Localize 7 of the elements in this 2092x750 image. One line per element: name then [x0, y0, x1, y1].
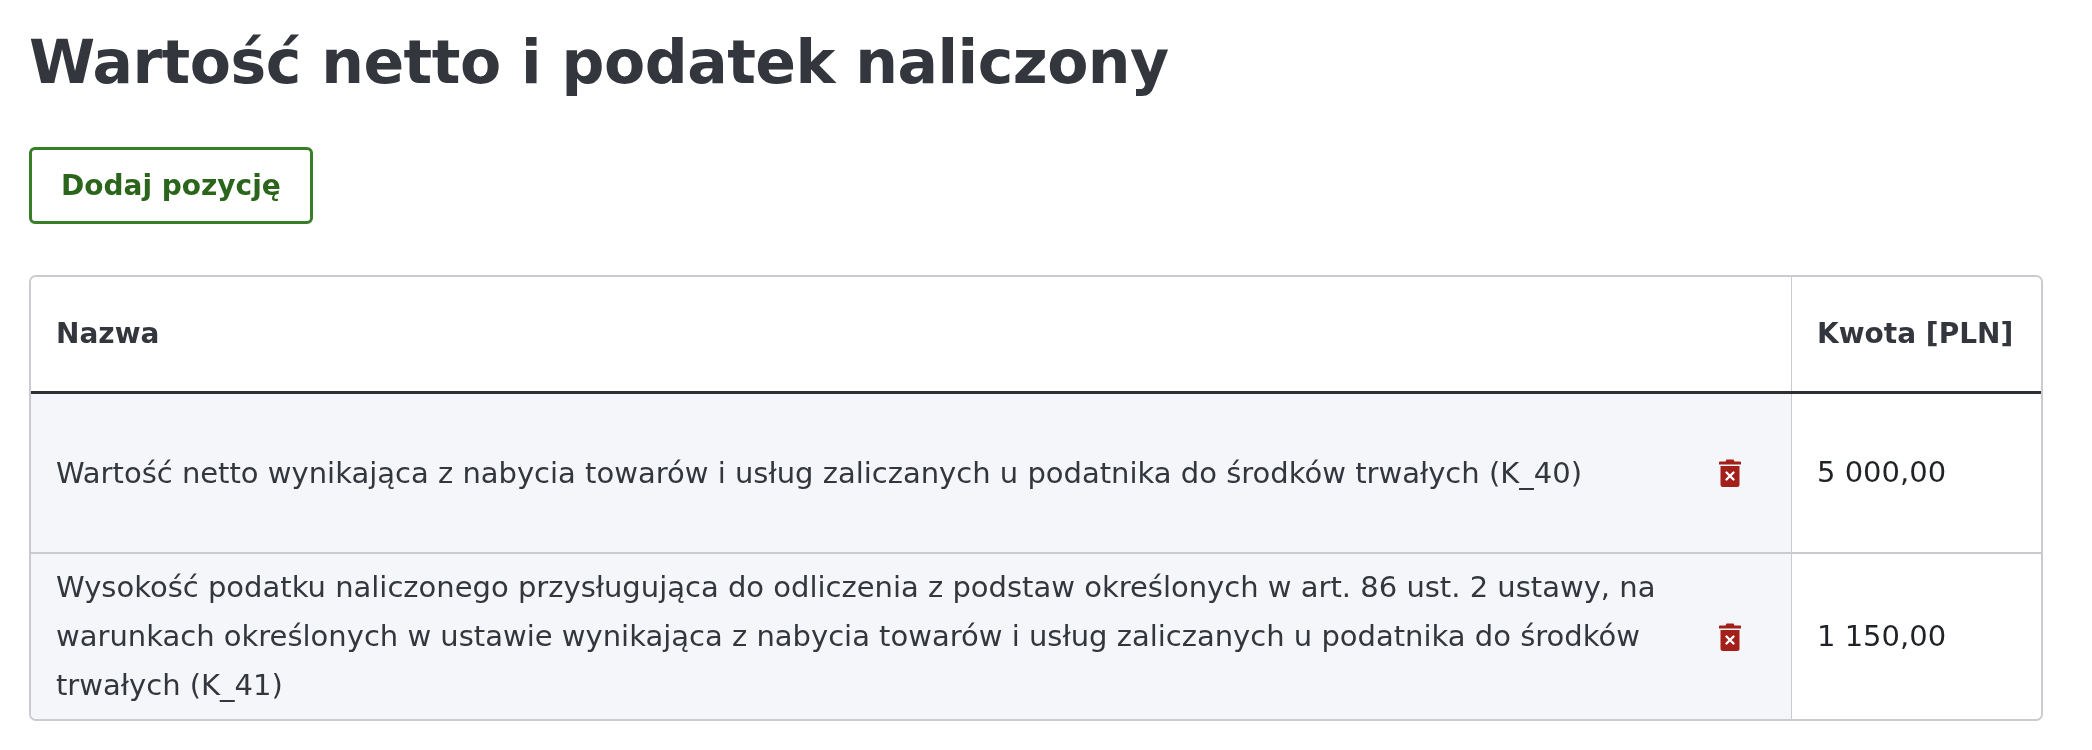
column-header: Nazwa: [31, 277, 1792, 391]
add-item-button[interactable]: Dodaj pozycję: [29, 147, 313, 224]
page-title: Wartość netto i podatek naliczony: [29, 26, 1169, 98]
trash-icon[interactable]: [1719, 459, 1741, 487]
item-name: Wysokość podatku naliczonego przysługująca do odliczenia z podstaw określonych w art. 86 ust. 2 ustawy, na warunkach określonych w ustawie wynikająca z nabycia towarów i usług zaliczanych u podatnika do środków trwałych (K_41): [56, 569, 1657, 704]
item-name: Wartość netto wynikająca z nabycia towarów i usług zaliczanych u podatnika do środków trwałych (K_40): [56, 454, 1583, 492]
trash-icon[interactable]: [1719, 622, 1741, 651]
